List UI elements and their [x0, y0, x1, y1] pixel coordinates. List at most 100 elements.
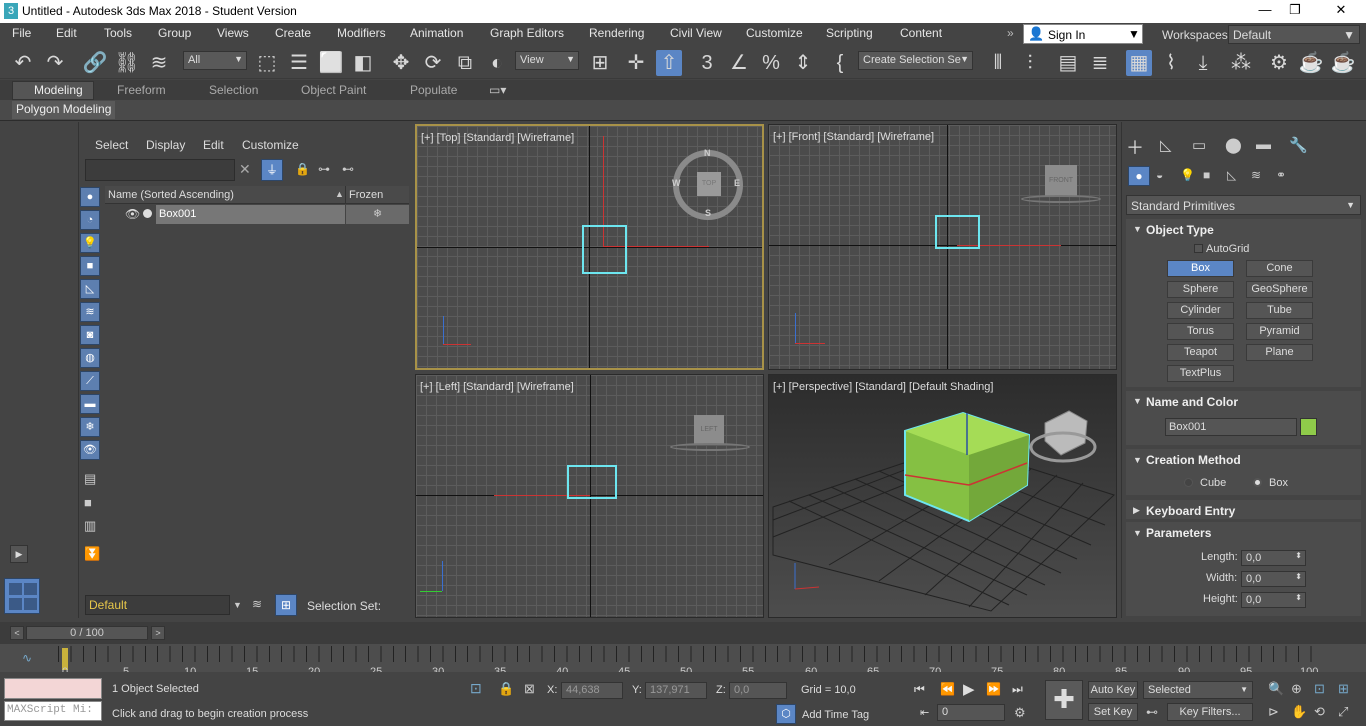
menu-rendering[interactable]: Rendering [589, 26, 644, 40]
time-slider[interactable]: 0 / 100 [26, 626, 148, 640]
rendered-frame-window-icon[interactable]: ☕ [1298, 50, 1324, 76]
z-coordinate-field[interactable]: 0,0 [729, 682, 787, 699]
scene-menu-select[interactable]: Select [95, 138, 128, 152]
groups-filter-icon[interactable]: ◙ [80, 325, 100, 345]
viewport-left[interactable]: [+] [Left] [Standard] [Wireframe] LEFT [415, 374, 764, 618]
spinner-arrows-icon[interactable]: ⬍ [1295, 593, 1302, 602]
geometry-filter-icon[interactable]: ● [80, 187, 100, 207]
containers-filter-icon[interactable]: ▬ [80, 394, 100, 414]
key-mode-dropdown[interactable]: Selected ▼ [1143, 681, 1253, 699]
select-manipulate-icon[interactable]: ✛ [623, 50, 649, 76]
plane-button[interactable]: Plane [1246, 344, 1313, 361]
modify-tab-icon[interactable]: ◺ [1160, 136, 1172, 154]
restore-button[interactable]: ❐ [1280, 2, 1310, 20]
viewport-left-label[interactable]: [+] [Left] [Standard] [Wireframe] [420, 381, 574, 393]
rotate-icon[interactable]: ⟳ [420, 50, 446, 76]
pivot-center-icon[interactable]: ⊞ [587, 50, 613, 76]
zoom-extents-all-icon[interactable]: ⊞ [1338, 681, 1349, 697]
frozen-filter-icon[interactable]: ❄ [80, 417, 100, 437]
create-tab-icon[interactable]: ＋ [1126, 134, 1144, 160]
filter-icon[interactable]: ⏚ [261, 159, 283, 181]
object-name-field[interactable]: Box001 [1165, 418, 1297, 436]
shapes-filter-icon[interactable]: ◔ [80, 210, 100, 230]
display-tab-icon[interactable]: ▬ [1256, 136, 1271, 153]
display-all-icon[interactable]: ■ [84, 495, 92, 510]
window-crossing-icon[interactable]: ◧ [350, 50, 376, 76]
scene-menu-customize[interactable]: Customize [242, 138, 299, 152]
collapse-icon[interactable]: ▼ [1133, 528, 1142, 538]
maxscript-input[interactable]: MAXScript Mi: [4, 701, 102, 721]
go-to-end-icon[interactable]: ⏭ [1012, 682, 1023, 697]
collapse-icon[interactable]: ▼ [1133, 396, 1142, 406]
pyramid-button[interactable]: Pyramid [1246, 323, 1313, 340]
selection-lock-icon[interactable]: 🔒 [498, 681, 514, 697]
object-type-header[interactable]: Object Type [1146, 223, 1214, 237]
lights-filter-icon[interactable]: 💡 [80, 233, 100, 253]
viewcube-front[interactable]: FRONT [1045, 165, 1077, 197]
menu-scripting[interactable]: Scripting [826, 26, 873, 40]
chevron-down-icon[interactable]: ▼ [233, 600, 242, 610]
auto-key-button[interactable]: Auto Key [1088, 681, 1138, 699]
ribbon-options-icon[interactable]: ▭▾ [489, 83, 506, 97]
zoom-all-icon[interactable]: ⊕ [1291, 681, 1302, 697]
tube-button[interactable]: Tube [1246, 302, 1313, 319]
table-row[interactable]: 👁 Box001 ❄ [105, 205, 409, 224]
hidden-filter-icon[interactable]: 👁 [80, 440, 100, 460]
selected-box-wireframe[interactable] [582, 225, 627, 274]
viewport-layout-icon[interactable] [4, 578, 40, 614]
key-filters-button[interactable]: Key Filters... [1167, 703, 1253, 721]
invert-display-icon[interactable]: ▥ [84, 518, 96, 534]
time-tag-icon[interactable]: ⬡ [776, 704, 796, 724]
key-mode-icon[interactable]: ⇤ [920, 706, 929, 719]
bind-space-warp-icon[interactable]: ≋ [146, 50, 172, 76]
clear-search-icon[interactable]: ✕ [239, 161, 251, 178]
schematic-view-icon[interactable]: ⤓ [1190, 50, 1216, 76]
zoom-extents-icon[interactable]: ⊡ [1314, 681, 1325, 697]
key-filters-icon[interactable]: ⊷ [1146, 705, 1158, 719]
menu-views[interactable]: Views [217, 26, 249, 40]
box-radio[interactable] [1253, 478, 1262, 487]
maxscript-listener[interactable] [4, 678, 102, 699]
object-name-cell[interactable]: Box001 [159, 208, 196, 220]
menu-modifiers[interactable]: Modifiers [337, 26, 386, 40]
minimize-button[interactable]: — [1250, 2, 1280, 20]
viewport-front[interactable]: [+] [Front] [Standard] [Wireframe] FRONT [768, 124, 1117, 370]
rectangular-selection-icon[interactable]: ⬜ [318, 50, 344, 76]
length-spinner[interactable]: 0,0 ⬍ [1241, 550, 1306, 566]
cube-radio[interactable] [1184, 478, 1193, 487]
workspace-dropdown[interactable]: Default ▼ [1228, 25, 1360, 44]
selected-box-wireframe[interactable] [567, 465, 617, 499]
hierarchy-icon[interactable]: ⊶ [318, 162, 330, 176]
cameras-icon[interactable]: ■ [1203, 168, 1210, 182]
cameras-filter-icon[interactable]: ■ [80, 256, 100, 276]
menu-animation[interactable]: Animation [410, 26, 463, 40]
close-button[interactable]: ✕ [1326, 2, 1356, 20]
toggle-scene-explorer-icon[interactable]: ▤ [1055, 50, 1081, 76]
snowflake-icon[interactable]: ❄ [373, 207, 382, 220]
box-button[interactable]: Box [1167, 260, 1234, 277]
menu-file[interactable]: File [12, 26, 31, 40]
edit-named-selection-icon[interactable]: { [827, 50, 853, 76]
maximize-viewport-icon[interactable]: ⤢ [1338, 704, 1348, 720]
place-icon[interactable]: ◐ [484, 50, 510, 76]
motion-tab-icon[interactable]: ⬤ [1225, 136, 1242, 154]
menu-create[interactable]: Create [275, 26, 311, 40]
named-selection-set-dropdown[interactable]: Create Selection Se ▼ [858, 51, 973, 70]
current-frame-field[interactable]: 0 [937, 704, 1005, 721]
bones-filter-icon[interactable]: ⟋ [80, 371, 100, 391]
layer-field[interactable]: Default [85, 595, 230, 615]
next-frame-icon[interactable]: ⏩ [986, 682, 1001, 696]
menu-content[interactable]: Content [900, 26, 942, 40]
toggle-layer-explorer-icon[interactable]: ≣ [1087, 50, 1113, 76]
parameters-header[interactable]: Parameters [1146, 526, 1211, 540]
spinner-snap-icon[interactable]: ⇕ [790, 50, 816, 76]
material-editor-icon[interactable]: ⁂ [1228, 50, 1254, 76]
select-object-icon[interactable]: ⬚ [254, 50, 280, 76]
lights-icon[interactable]: 💡 [1180, 168, 1195, 182]
expand-panel-icon[interactable]: ▶ [10, 545, 28, 563]
keyboard-entry-header[interactable]: Keyboard Entry [1146, 504, 1235, 518]
selected-box-wireframe[interactable] [935, 215, 980, 249]
reference-coordinate-dropdown[interactable]: View ▼ [515, 51, 579, 70]
utilities-tab-icon[interactable]: 🔧 [1289, 136, 1308, 154]
prev-frame-icon[interactable]: < [10, 626, 24, 640]
